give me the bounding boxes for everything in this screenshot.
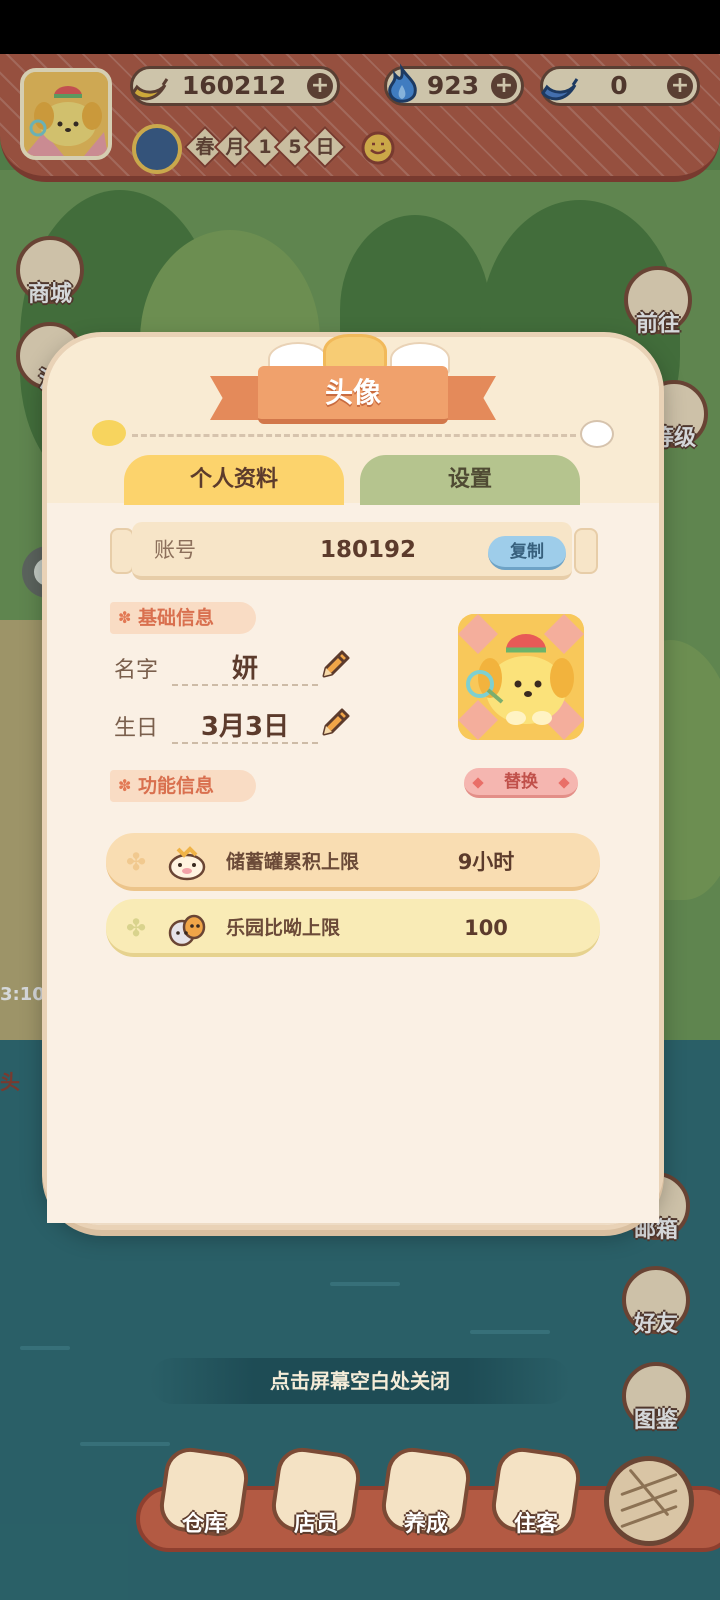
basic-info-section-tag: ✽ 基础信息: [110, 602, 256, 634]
clover-icon: ✤: [126, 914, 147, 942]
system-status-bar: [0, 0, 720, 54]
nav-label: 住客: [513, 1512, 558, 1537]
dog-with-watermelon-portrait-icon: [458, 614, 584, 740]
nav-label: 仓库: [181, 1512, 226, 1537]
close-hint-text: 点击屏幕空白处关闭: [270, 1369, 450, 1393]
birthday-label: 生日: [114, 716, 159, 741]
ribbon-center: 头像: [258, 366, 448, 424]
yarn-ball-button[interactable]: [604, 1456, 694, 1546]
birthday-value: 3月3日: [200, 712, 290, 742]
account-row-cap-right: [574, 528, 598, 574]
name-underline: [172, 684, 318, 686]
white-chick-icon: [580, 420, 614, 448]
account-row-cap-left: [110, 528, 134, 574]
cats-cuddle-icon: [166, 907, 208, 949]
replace-label: 替换: [504, 772, 538, 792]
nav-warehouse-button[interactable]: 仓库: [156, 1444, 252, 1546]
dialog-title-ribbon: 头像: [210, 366, 496, 424]
replace-avatar-button[interactable]: 替换: [464, 768, 578, 798]
benefit-row-piggy-bank: ✤ 储蓄罐累积上限 9小时: [106, 833, 600, 891]
edit-name-pencil-icon[interactable]: [318, 648, 352, 682]
tab-settings[interactable]: 设置: [360, 455, 580, 505]
benefit-value: 100: [464, 916, 508, 940]
function-info-title: 功能信息: [138, 775, 215, 797]
benefit-name: 储蓄罐累积上限: [226, 851, 360, 873]
profile-portrait[interactable]: [458, 614, 584, 740]
edit-birthday-pencil-icon[interactable]: [318, 706, 352, 740]
dialog-title: 头像: [324, 376, 381, 409]
name-value: 妍: [231, 654, 258, 684]
tab-profile[interactable]: 个人资料: [124, 455, 344, 505]
account-label: 账号: [154, 538, 196, 562]
nav-label: 养成: [403, 1512, 448, 1537]
name-label: 名字: [114, 658, 159, 683]
header-divider: [132, 434, 576, 437]
clover-icon: ✤: [126, 848, 147, 876]
close-hint-banner[interactable]: 点击屏幕空白处关闭: [150, 1358, 570, 1404]
account-id: 180192: [319, 537, 417, 563]
function-info-section-tag: ✽ 功能信息: [110, 770, 256, 802]
basic-info-title: 基础信息: [138, 607, 215, 629]
clover-icon: ✽: [118, 608, 132, 627]
nav-staff-button[interactable]: 店员: [268, 1444, 364, 1546]
yellow-chick-icon: [92, 420, 126, 446]
clover-icon: ✽: [118, 776, 132, 795]
nav-label: 店员: [293, 1512, 338, 1537]
birthday-underline: [172, 742, 318, 744]
piggy-bank-cat-icon: [166, 841, 208, 883]
benefit-row-park-limit: ✤ 乐园比呦上限 100: [106, 899, 600, 957]
benefit-name: 乐园比呦上限: [226, 917, 341, 939]
nav-raise-button[interactable]: 养成: [378, 1444, 474, 1546]
nav-guests-button[interactable]: 住客: [488, 1444, 584, 1546]
benefit-value: 9小时: [457, 850, 515, 874]
copy-account-button[interactable]: 复制: [488, 536, 566, 570]
